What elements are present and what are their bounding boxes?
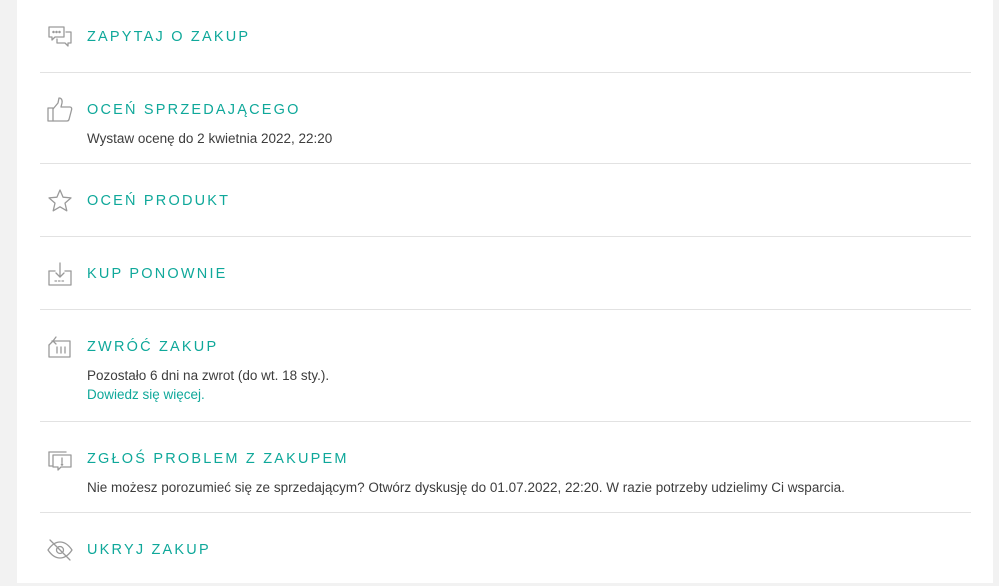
report-problem-button[interactable]: ZGŁOŚ PROBLEM Z ZAKUPEM (87, 450, 349, 468)
action-rate-seller: OCEŃ SPRZEDAJĄCEGO Wystaw ocenę do 2 kwi… (40, 73, 971, 164)
learn-more-link[interactable]: Dowiedz się więcej. (87, 385, 205, 404)
basket-download-icon (46, 260, 74, 288)
purchase-actions-list: ZAPYTAJ O ZAKUP OCEŃ SPRZEDAJĄCEGO Wysta… (40, 0, 971, 586)
action-rate-product: OCEŃ PRODUKT (40, 164, 971, 237)
rate-product-button[interactable]: OCEŃ PRODUKT (87, 192, 230, 210)
action-buy-again: KUP PONOWNIE (40, 237, 971, 310)
thumbs-up-icon (46, 96, 74, 124)
chat-icon (46, 23, 74, 51)
hide-purchase-button[interactable]: UKRYJ ZAKUP (87, 541, 211, 559)
report-problem-icon (46, 445, 74, 473)
buy-again-button[interactable]: KUP PONOWNIE (87, 265, 228, 283)
rate-seller-deadline: Wystaw ocenę do 2 kwietnia 2022, 22:20 (87, 131, 333, 146)
return-package-icon (46, 333, 74, 361)
return-deadline-text: Pozostało 6 dni na zwrot (do wt. 18 sty.… (87, 368, 330, 383)
action-hide-purchase: UKRYJ ZAKUP (40, 513, 971, 586)
ask-about-purchase-button[interactable]: ZAPYTAJ O ZAKUP (87, 28, 250, 46)
star-icon (46, 187, 74, 215)
action-report-problem: ZGŁOŚ PROBLEM Z ZAKUPEM Nie możesz poroz… (40, 422, 971, 513)
purchase-actions-panel: ZAPYTAJ O ZAKUP OCEŃ SPRZEDAJĄCEGO Wysta… (17, 0, 993, 583)
return-purchase-button[interactable]: ZWRÓĆ ZAKUP (87, 338, 218, 356)
rate-seller-button[interactable]: OCEŃ SPRZEDAJĄCEGO (87, 101, 301, 119)
action-return-purchase: ZWRÓĆ ZAKUP Pozostało 6 dni na zwrot (do… (40, 310, 971, 422)
action-ask-about-purchase: ZAPYTAJ O ZAKUP (40, 0, 971, 73)
report-problem-info: Nie możesz porozumieć się ze sprzedający… (87, 480, 845, 495)
eye-off-icon (46, 536, 74, 564)
